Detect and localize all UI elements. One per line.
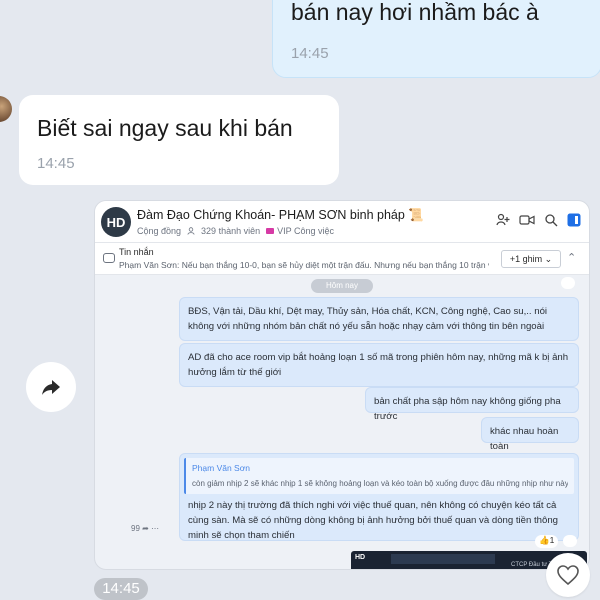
incoming-message-time: 14:45 bbox=[37, 155, 75, 172]
search-icon bbox=[545, 214, 558, 227]
group-message: khác nhau hoàn toàn bbox=[481, 417, 579, 452]
sender-avatar[interactable] bbox=[0, 96, 12, 122]
header-actions bbox=[496, 213, 581, 227]
community-label: Cộng đồng bbox=[137, 226, 182, 236]
image-message-time: 14:45 bbox=[94, 578, 148, 600]
group-title: Đàm Đạo Chứng Khoán- PHẠM SƠN binh pháp … bbox=[137, 208, 424, 222]
pinned-message-bar: Tin nhắn Phạm Văn Sơn: Nếu bạn thắng 10-… bbox=[95, 243, 589, 275]
collapse-icon: ⌃ bbox=[567, 252, 577, 264]
group-message: bản chất pha sập hôm nay không giống pha… bbox=[365, 387, 579, 422]
like-reaction-icon bbox=[561, 277, 575, 289]
group-message: BĐS, Vận tải, Dầu khí, Dệt may, Thủy sản… bbox=[179, 297, 579, 341]
pinned-text: Phạm Văn Sơn: Nếu bạn thắng 10-0, bạn sẽ… bbox=[119, 260, 489, 270]
outgoing-message-text: bán nay hơi nhầm bác à bbox=[291, 0, 539, 25]
video-call-icon bbox=[519, 215, 535, 225]
incoming-message-bubble[interactable]: Biết sai ngay sau khi bán 14:45 bbox=[19, 95, 339, 185]
forward-button[interactable] bbox=[26, 362, 76, 412]
sidebar-toggle-icon bbox=[567, 213, 581, 227]
react-button[interactable] bbox=[546, 553, 590, 597]
quoted-message: Phạm Văn Sơn còn giảm nhịp 2 sẽ khác nhị… bbox=[184, 458, 574, 494]
add-member-icon bbox=[496, 213, 510, 226]
like-reaction-icon bbox=[563, 535, 577, 547]
forward-icon bbox=[42, 380, 60, 395]
members-icon bbox=[187, 227, 195, 235]
group-message: AD đã cho ace room vip bắt hoảng loạn 1 … bbox=[179, 343, 579, 387]
thumbnail-hd-label: HD bbox=[355, 554, 366, 561]
message-actions: 99 ➦ ⋯ bbox=[131, 524, 160, 533]
outgoing-message-bubble[interactable]: bán nay hơi nhầm bác à 14:45 bbox=[272, 0, 600, 78]
members-count: 329 thành viên bbox=[201, 226, 261, 236]
reply-text: nhịp 2 này thị trường đã thích nghi với … bbox=[188, 500, 559, 541]
incoming-message-text: Biết sai ngay sau khi bán bbox=[37, 115, 293, 141]
group-subtitle: Cộng đồng 329 thành viên VIP Công việc bbox=[137, 226, 334, 236]
quoted-author: Phạm Văn Sơn bbox=[192, 463, 251, 473]
day-separator: Hôm nay bbox=[311, 279, 373, 293]
vip-label: VIP Công việc bbox=[266, 226, 334, 236]
pin-count-button: +1 ghim ⌄ bbox=[501, 250, 561, 268]
quoted-text: còn giảm nhịp 2 sẽ khác nhịp 1 sẽ không … bbox=[192, 479, 568, 488]
group-avatar: HD bbox=[101, 207, 131, 237]
group-message-with-quote: Phạm Văn Sơn còn giảm nhịp 2 sẽ khác nhị… bbox=[179, 453, 579, 541]
group-header: HD Đàm Đạo Chứng Khoán- PHẠM SƠN binh ph… bbox=[95, 201, 589, 243]
heart-icon bbox=[557, 565, 579, 586]
image-message-screenshot[interactable]: HD Đàm Đạo Chứng Khoán- PHẠM SƠN binh ph… bbox=[94, 200, 590, 570]
chat-bubble-icon bbox=[103, 253, 115, 263]
reaction-count: 👍1 bbox=[535, 535, 559, 548]
outgoing-message-time: 14:45 bbox=[291, 45, 329, 62]
pinned-title: Tin nhắn bbox=[119, 247, 154, 257]
